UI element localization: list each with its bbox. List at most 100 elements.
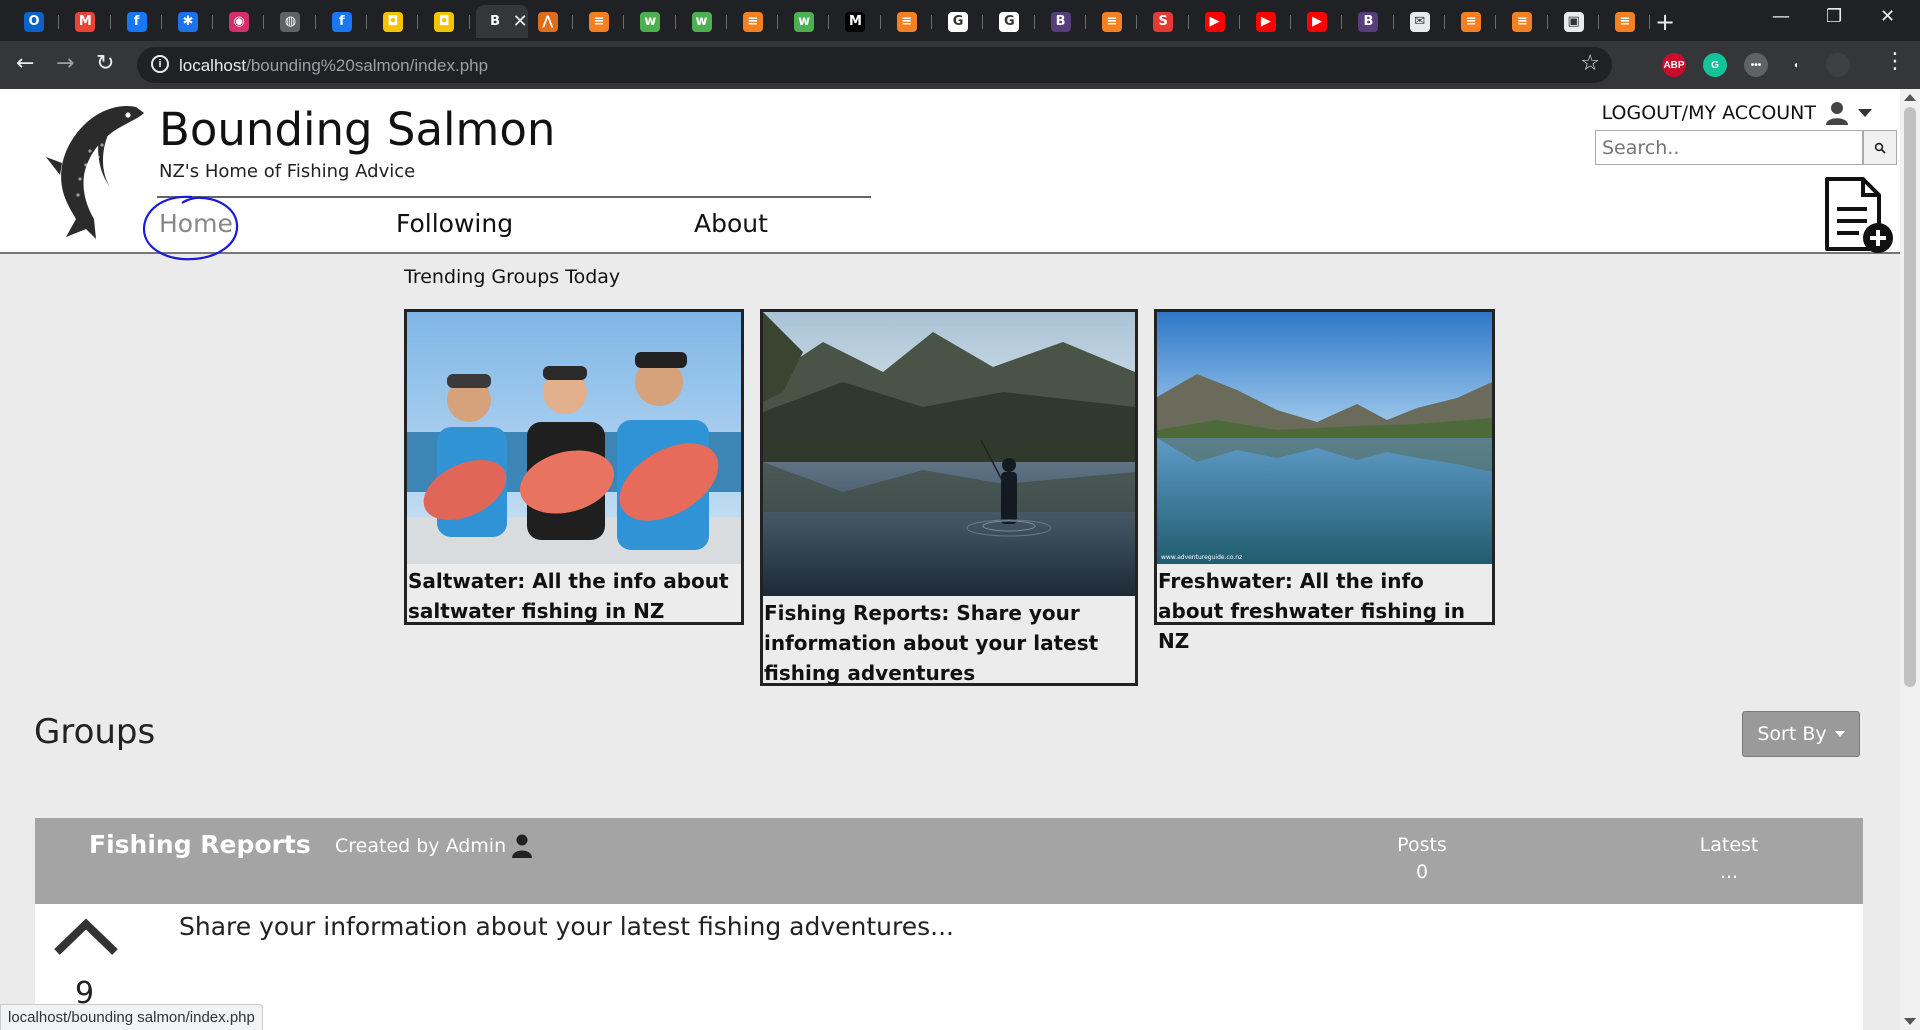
trending-card-fishing-reports[interactable]: Fishing Reports: Share your information …: [760, 309, 1138, 686]
browser-tab[interactable]: ≡: [733, 5, 784, 38]
browser-tab[interactable]: B ✕: [475, 5, 528, 38]
browser-tab[interactable]: B: [1348, 5, 1399, 38]
address-bar[interactable]: i localhost/bounding%20salmon/index.php …: [137, 47, 1612, 83]
tab-separator: [1238, 15, 1240, 29]
posts-label: Posts: [1397, 834, 1447, 856]
dark-mode-icon[interactable]: ◐: [1785, 53, 1809, 77]
new-post-icon[interactable]: [1823, 175, 1895, 255]
tab-separator: [1033, 15, 1035, 29]
tab-separator: [109, 15, 111, 29]
scroll-down-icon[interactable]: [1904, 1018, 1916, 1025]
account-menu[interactable]: LOGOUT/MY ACCOUNT: [1602, 101, 1872, 125]
app-icon: ◉: [229, 11, 250, 32]
browser-tab[interactable]: ⋀: [528, 5, 579, 38]
group-description: Share your information about your latest…: [179, 912, 954, 941]
browser-tab[interactable]: M: [65, 5, 116, 38]
app-icon: ▣: [1563, 11, 1584, 32]
close-tab-icon[interactable]: ✕: [513, 11, 528, 32]
browser-tab[interactable]: ◉: [219, 5, 270, 38]
browser-tab[interactable]: ✉: [1400, 5, 1451, 38]
saltwater-anglers-image: [407, 312, 741, 564]
page-scrollbar[interactable]: [1900, 89, 1920, 1030]
browser-tab[interactable]: M: [835, 5, 886, 38]
tab-separator: [468, 15, 470, 29]
freshwater-photo: www.adventureguide.co.nz: [1157, 312, 1492, 564]
sort-by-button[interactable]: Sort By: [1742, 711, 1860, 757]
extension-icon[interactable]: •••: [1744, 53, 1768, 77]
browser-tab[interactable]: ≡: [1092, 5, 1143, 38]
app-icon: ◘: [434, 11, 455, 32]
tab-separator: [1187, 15, 1189, 29]
browser-tab[interactable]: ◘: [373, 5, 424, 38]
scroll-thumb[interactable]: [1904, 107, 1916, 687]
browser-tab[interactable]: w: [630, 5, 681, 38]
search-button[interactable]: [1863, 130, 1897, 165]
restore-icon[interactable]: ❐: [1826, 6, 1842, 27]
forward-icon[interactable]: →: [56, 51, 74, 76]
app-icon: ◘: [383, 11, 404, 32]
card-caption: Saltwater: All the info about saltwater …: [408, 569, 729, 623]
site-info-icon[interactable]: i: [151, 55, 169, 73]
browser-tab[interactable]: ✱: [168, 5, 219, 38]
latest-label: Latest: [1699, 834, 1759, 856]
scroll-up-icon[interactable]: [1904, 94, 1916, 101]
reload-icon[interactable]: ↻: [96, 51, 114, 76]
nav-about[interactable]: About: [694, 209, 768, 238]
tab-separator: [263, 15, 265, 29]
tab-separator: [58, 15, 60, 29]
browser-tab[interactable]: w: [784, 5, 835, 38]
browser-tab[interactable]: G: [938, 5, 989, 38]
group-creator: Created by Admin: [335, 834, 533, 858]
trending-card-freshwater[interactable]: www.adventureguide.co.nz Freshwater: All…: [1154, 309, 1495, 653]
search-input[interactable]: [1595, 130, 1863, 165]
browser-tab[interactable]: ▣: [1554, 5, 1605, 38]
browser-menu-icon[interactable]: ⋮: [1884, 49, 1906, 74]
browser-tab[interactable]: ≡: [887, 5, 938, 38]
browser-tab[interactable]: S: [1143, 5, 1194, 38]
facebook-icon: f: [331, 11, 352, 32]
browser-tab[interactable]: G: [989, 5, 1040, 38]
tab-separator: [417, 15, 419, 29]
browser-tab[interactable]: ≡: [1502, 5, 1553, 38]
browser-tab[interactable]: B: [1041, 5, 1092, 38]
browser-tab[interactable]: ◘: [424, 5, 475, 38]
app-icon: S: [1153, 11, 1174, 32]
new-tab-button[interactable]: +: [1655, 8, 1675, 36]
posts-value: 0: [1415, 861, 1429, 883]
profile-icon[interactable]: [1826, 53, 1850, 77]
browser-tab[interactable]: ◍: [270, 5, 321, 38]
stackoverflow-icon: ≡: [588, 11, 609, 32]
browser-tab[interactable]: ▶: [1195, 5, 1246, 38]
sort-by-label: Sort By: [1757, 723, 1827, 745]
browser-tab[interactable]: ≡: [579, 5, 630, 38]
app-icon: ✱: [177, 11, 198, 32]
grammarly-icon[interactable]: G: [1703, 53, 1727, 77]
browser-tab[interactable]: ≡: [1451, 5, 1502, 38]
browser-tab[interactable]: ▶: [1246, 5, 1297, 38]
w3schools-icon: w: [691, 11, 712, 32]
site-header: Bounding Salmon NZ's Home of Fishing Adv…: [0, 89, 1900, 261]
browser-tab[interactable]: ≡: [1605, 5, 1656, 38]
browser-tab[interactable]: w: [682, 5, 733, 38]
trending-card-saltwater[interactable]: Saltwater: All the info about saltwater …: [404, 309, 744, 625]
bookmark-star-icon[interactable]: ☆: [1580, 51, 1600, 76]
upvote-icon[interactable]: [53, 918, 119, 958]
group-row-body: 9 Share your information about your late…: [35, 904, 1863, 1030]
back-icon[interactable]: ←: [16, 51, 34, 76]
browser-tab[interactable]: f: [322, 5, 373, 38]
app-icon: ⋀: [537, 11, 558, 32]
close-window-icon[interactable]: ✕: [1880, 6, 1895, 27]
group-name[interactable]: Fishing Reports: [89, 830, 311, 859]
browser-tab[interactable]: f: [117, 5, 168, 38]
tab-separator: [212, 15, 214, 29]
adblock-icon[interactable]: ABP: [1662, 53, 1686, 77]
group-row-header[interactable]: Fishing Reports Created by Admin Posts 0…: [35, 818, 1863, 904]
browser-tab[interactable]: O: [14, 5, 65, 38]
minimize-icon[interactable]: —: [1772, 6, 1790, 27]
nav-following[interactable]: Following: [396, 209, 513, 238]
url-text: localhost/bounding%20salmon/index.php: [179, 56, 488, 76]
tab-separator: [725, 15, 727, 29]
tab-separator: [571, 15, 573, 29]
tab-separator: [931, 15, 933, 29]
browser-tab[interactable]: ▶: [1297, 5, 1348, 38]
